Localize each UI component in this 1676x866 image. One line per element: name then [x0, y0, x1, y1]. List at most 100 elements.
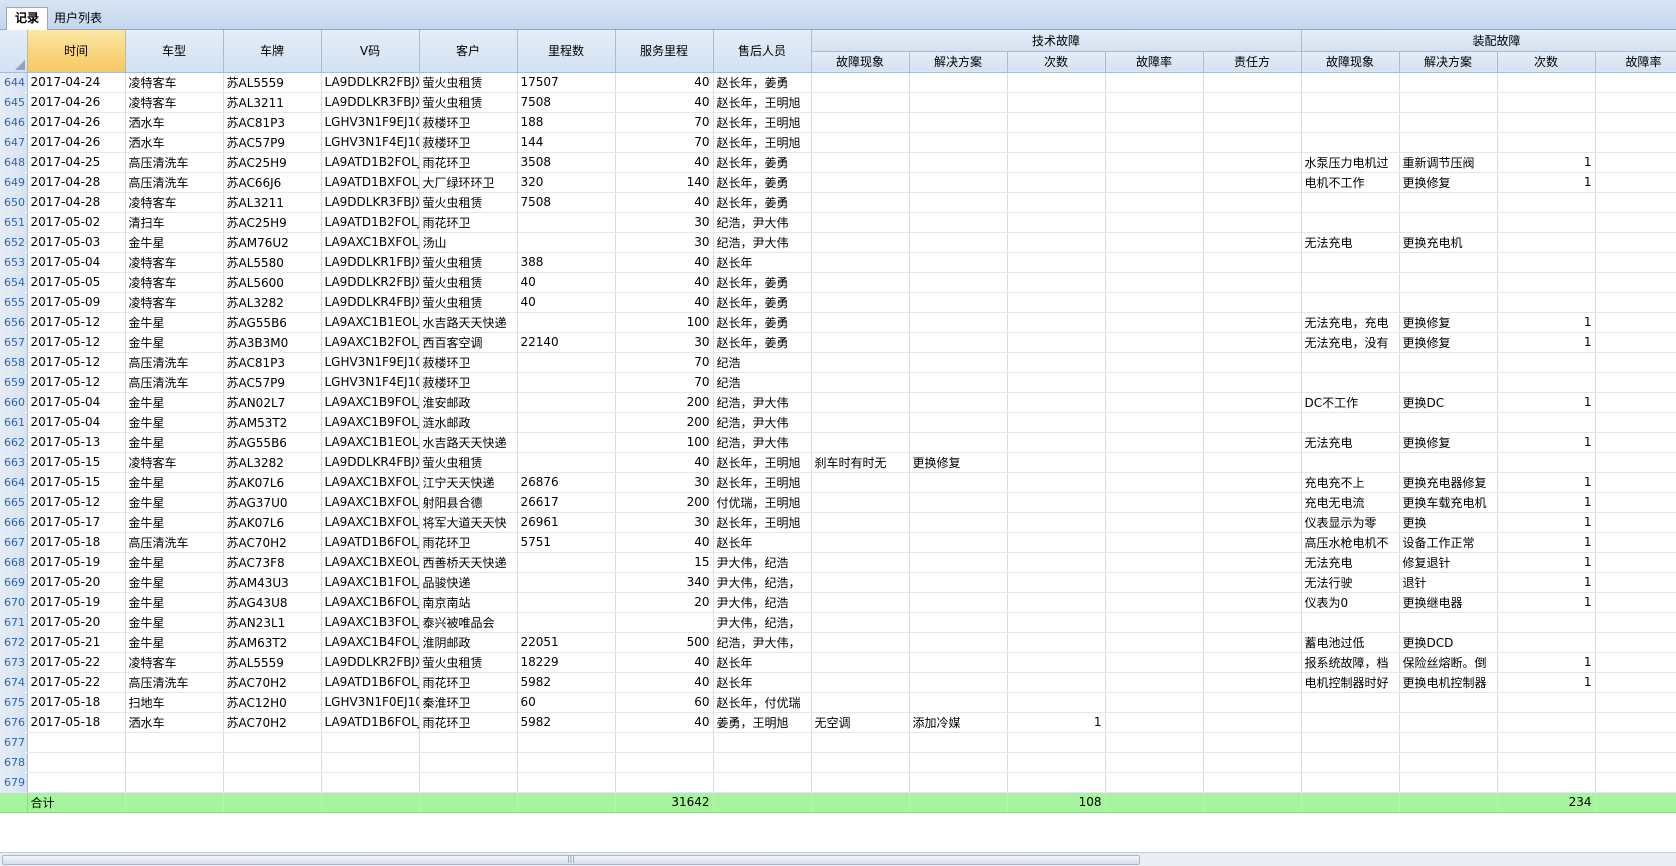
- row-number[interactable]: 670: [0, 592, 28, 613]
- cell[interactable]: [1105, 132, 1204, 153]
- cell[interactable]: 纪浩，尹大伟，: [713, 632, 812, 653]
- cell[interactable]: [1399, 712, 1498, 733]
- cell[interactable]: 仪表显示为零: [1301, 512, 1400, 533]
- cell[interactable]: [1007, 472, 1106, 493]
- cell[interactable]: 凌特客车: [125, 452, 224, 473]
- col-header-assembly-symptom[interactable]: 故障现象: [1301, 51, 1400, 73]
- cell[interactable]: [811, 512, 910, 533]
- cell[interactable]: [1203, 492, 1302, 513]
- cell[interactable]: [713, 772, 812, 793]
- cell[interactable]: LA9AXC1BXFOLJA: [321, 232, 420, 253]
- cell[interactable]: [1399, 132, 1498, 153]
- cell[interactable]: LGHV3N1F4EJ100: [321, 132, 420, 153]
- cell[interactable]: 秦淮环卫: [419, 692, 518, 713]
- cell[interactable]: 2017-05-12: [27, 352, 126, 373]
- cell[interactable]: 15: [615, 552, 714, 573]
- cell[interactable]: 苏AL3211: [223, 192, 322, 213]
- cell[interactable]: 更换充电机: [1399, 232, 1498, 253]
- cell[interactable]: [1203, 332, 1302, 353]
- cell[interactable]: [615, 752, 714, 773]
- cell[interactable]: [321, 792, 420, 813]
- cell[interactable]: 萤火虫租赁: [419, 452, 518, 473]
- cell[interactable]: [909, 532, 1008, 553]
- cell[interactable]: [419, 732, 518, 753]
- cell[interactable]: [1105, 372, 1204, 393]
- cell[interactable]: 射阳县合德: [419, 492, 518, 513]
- cell[interactable]: [1595, 332, 1676, 353]
- cell[interactable]: 金牛星: [125, 552, 224, 573]
- row-number[interactable]: 662: [0, 432, 28, 453]
- cell[interactable]: 2017-04-26: [27, 92, 126, 113]
- cell[interactable]: 70: [615, 372, 714, 393]
- cell[interactable]: 金牛星: [125, 312, 224, 333]
- cell[interactable]: 2017-04-26: [27, 112, 126, 133]
- cell[interactable]: 西百客空调: [419, 332, 518, 353]
- cell[interactable]: [1007, 72, 1106, 93]
- cell[interactable]: 30: [615, 472, 714, 493]
- cell[interactable]: [1007, 352, 1106, 373]
- cell[interactable]: 将军大道天天快: [419, 512, 518, 533]
- cell[interactable]: 更换修复: [909, 452, 1008, 473]
- cell[interactable]: 金牛星: [125, 592, 224, 613]
- cell[interactable]: 苏AK07L6: [223, 512, 322, 533]
- cell[interactable]: [1301, 92, 1400, 113]
- row-number[interactable]: 675: [0, 692, 28, 713]
- row-number[interactable]: 666: [0, 512, 28, 533]
- cell[interactable]: [1203, 772, 1302, 793]
- cell[interactable]: [1399, 292, 1498, 313]
- cell[interactable]: 26961: [517, 512, 616, 533]
- cell[interactable]: [517, 772, 616, 793]
- cell[interactable]: 2017-04-28: [27, 172, 126, 193]
- cell[interactable]: 苏AM43U3: [223, 572, 322, 593]
- col-header-tech-count[interactable]: 次数: [1007, 51, 1106, 73]
- cell[interactable]: [909, 512, 1008, 533]
- cell[interactable]: 苏AC73F8: [223, 552, 322, 573]
- cell[interactable]: 高压清洗车: [125, 172, 224, 193]
- cell[interactable]: LA9DDLKR2FBJXK: [321, 72, 420, 93]
- cell[interactable]: 144: [517, 132, 616, 153]
- cell[interactable]: 雨花环卫: [419, 532, 518, 553]
- cell[interactable]: [811, 272, 910, 293]
- cell[interactable]: [517, 232, 616, 253]
- cell[interactable]: 40: [517, 272, 616, 293]
- cell[interactable]: [1595, 292, 1676, 313]
- cell[interactable]: [909, 92, 1008, 113]
- row-number[interactable]: 669: [0, 572, 28, 593]
- row-number[interactable]: 676: [0, 712, 28, 733]
- cell[interactable]: LGHV3N1F0EJ100: [321, 692, 420, 713]
- cell[interactable]: 凌特客车: [125, 92, 224, 113]
- cell[interactable]: [1497, 352, 1596, 373]
- cell[interactable]: [1595, 732, 1676, 753]
- cell[interactable]: [1595, 372, 1676, 393]
- cell[interactable]: [1595, 432, 1676, 453]
- cell[interactable]: 纪浩，尹大伟: [713, 232, 812, 253]
- cell[interactable]: 金牛星: [125, 572, 224, 593]
- cell[interactable]: [1203, 672, 1302, 693]
- cell[interactable]: 纪浩，尹大伟: [713, 432, 812, 453]
- cell[interactable]: 凌特客车: [125, 72, 224, 93]
- cell[interactable]: LA9DDLKR2FBJXK: [321, 272, 420, 293]
- cell[interactable]: [909, 152, 1008, 173]
- cell[interactable]: [1007, 432, 1106, 453]
- cell[interactable]: [1497, 252, 1596, 273]
- cell[interactable]: 雨花环卫: [419, 152, 518, 173]
- row-number[interactable]: 645: [0, 92, 28, 113]
- cell[interactable]: 22051: [517, 632, 616, 653]
- cell[interactable]: 苏A3B3M0: [223, 332, 322, 353]
- cell[interactable]: [1301, 772, 1400, 793]
- cell[interactable]: [321, 732, 420, 753]
- cell[interactable]: [1105, 532, 1204, 553]
- row-number[interactable]: 672: [0, 632, 28, 653]
- cell[interactable]: [1007, 592, 1106, 613]
- cell[interactable]: [1497, 292, 1596, 313]
- cell[interactable]: [1595, 492, 1676, 513]
- cell[interactable]: [1007, 492, 1106, 513]
- cell[interactable]: [1105, 472, 1204, 493]
- cell[interactable]: [1203, 712, 1302, 733]
- cell[interactable]: [1203, 452, 1302, 473]
- cell[interactable]: 苏AM63T2: [223, 632, 322, 653]
- cell[interactable]: 萤火虫租赁: [419, 272, 518, 293]
- cell[interactable]: 40: [615, 92, 714, 113]
- cell[interactable]: 40: [615, 652, 714, 673]
- cell[interactable]: [909, 212, 1008, 233]
